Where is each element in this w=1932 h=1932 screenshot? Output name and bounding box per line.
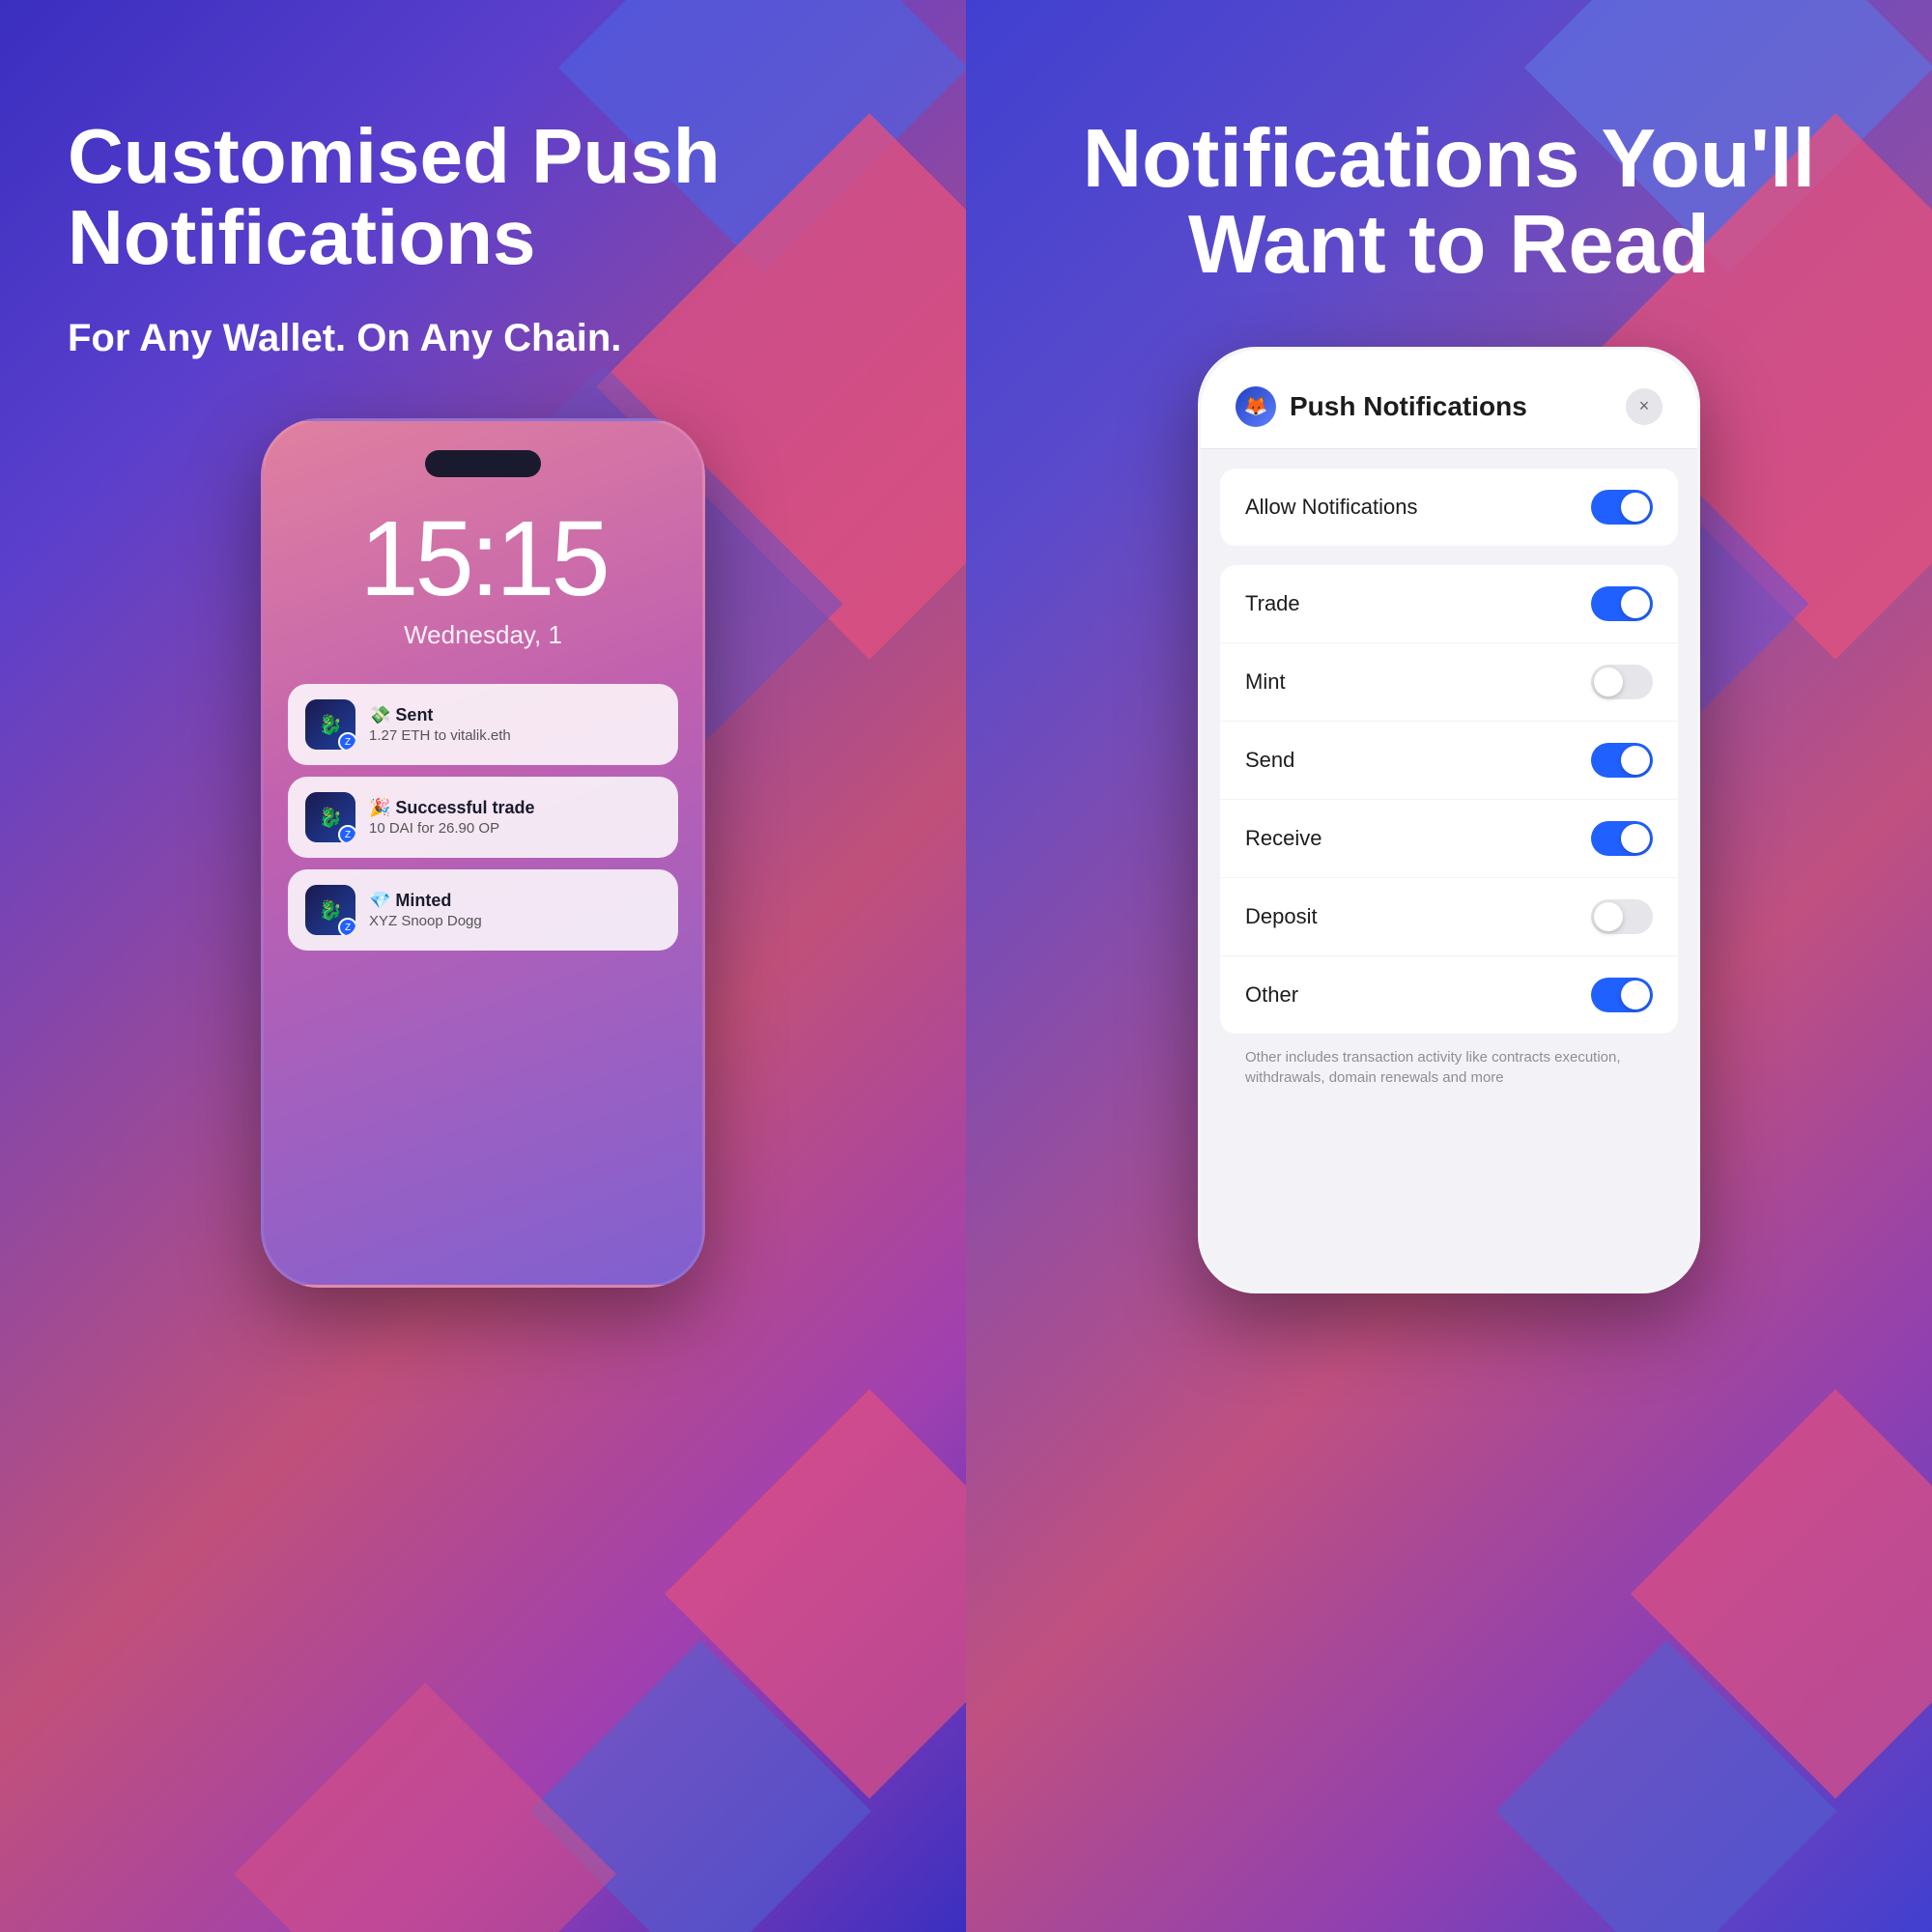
modal-container: 🦊 Push Notifications × Allow Notificatio… (1201, 350, 1697, 1291)
deposit-label: Deposit (1245, 904, 1318, 929)
notif-subtitle-3: XYZ Snoop Dogg (369, 913, 661, 929)
phone-notch (425, 450, 541, 477)
left-main-heading: Customised Push Notifications (68, 116, 898, 278)
modal-close-button[interactable]: × (1626, 388, 1662, 425)
receive-toggle[interactable] (1591, 821, 1653, 856)
notification-settings-section: Trade Mint Send (1220, 565, 1678, 1034)
mint-label: Mint (1245, 669, 1286, 695)
allow-notifications-label: Allow Notifications (1245, 495, 1418, 520)
left-sub-heading: For Any Wallet. On Any Chain. (68, 317, 621, 360)
toggle-knob-receive (1621, 824, 1650, 853)
trade-toggle[interactable] (1591, 586, 1653, 621)
toggle-knob-send (1621, 746, 1650, 775)
notif-title-3: 💎 Minted (369, 891, 661, 911)
modal-body: Allow Notifications Trade (1201, 469, 1697, 1101)
trade-row: Trade (1220, 565, 1678, 643)
right-panel: Notifications You'll Want to Read 🦊 Push… (966, 0, 1932, 1932)
notification-card-1: 🐉 Z 💸 Sent 1.27 ETH to vitalik.eth (288, 684, 678, 765)
right-bg-shape-5 (1495, 1640, 1837, 1932)
notif-text-3: 💎 Minted XYZ Snoop Dogg (369, 891, 661, 929)
notif-title-text-3: Minted (395, 891, 451, 910)
modal-header-left: 🦊 Push Notifications (1236, 386, 1527, 427)
notif-title-text-1: Sent (395, 705, 433, 724)
notif-emoji-2: 🎉 (369, 798, 395, 817)
notif-icon-3: 🐉 Z (305, 885, 355, 935)
mint-toggle[interactable] (1591, 665, 1653, 699)
notif-text-1: 💸 Sent 1.27 ETH to vitalik.eth (369, 705, 661, 744)
trade-label: Trade (1245, 591, 1300, 616)
phone-date: Wednesday, 1 (288, 620, 678, 650)
right-bg-shape-4 (1631, 1389, 1932, 1799)
left-panel: Customised Push Notifications For Any Wa… (0, 0, 966, 1932)
toggle-knob-deposit (1594, 902, 1623, 931)
phone-time: 15:15 (288, 506, 678, 612)
send-label: Send (1245, 748, 1294, 773)
notif-icon-2: 🐉 Z (305, 792, 355, 842)
notif-text-2: 🎉 Successful trade 10 DAI for 26.90 OP (369, 798, 661, 837)
phone-mockup-right: 🦊 Push Notifications × Allow Notificatio… (1198, 347, 1700, 1293)
right-main-heading: Notifications You'll Want to Read (1024, 116, 1874, 289)
notif-badge-2: Z (338, 825, 355, 842)
toggle-knob-allow (1621, 493, 1650, 522)
allow-notifications-toggle[interactable] (1591, 490, 1653, 525)
notif-title-1: 💸 Sent (369, 705, 661, 725)
mint-row: Mint (1220, 643, 1678, 722)
toggle-knob-mint (1594, 668, 1623, 696)
other-toggle[interactable] (1591, 978, 1653, 1012)
deposit-row: Deposit (1220, 878, 1678, 956)
send-toggle[interactable] (1591, 743, 1653, 778)
notif-subtitle-1: 1.27 ETH to vitalik.eth (369, 727, 661, 744)
allow-notifications-section: Allow Notifications (1220, 469, 1678, 546)
notification-card-3: 🐉 Z 💎 Minted XYZ Snoop Dogg (288, 869, 678, 951)
toggle-knob-other (1621, 980, 1650, 1009)
notif-subtitle-2: 10 DAI for 26.90 OP (369, 820, 661, 837)
notif-badge-3: Z (338, 918, 355, 935)
notif-title-text-2: Successful trade (395, 798, 534, 817)
deposit-toggle[interactable] (1591, 899, 1653, 934)
send-row: Send (1220, 722, 1678, 800)
notification-card-2: 🐉 Z 🎉 Successful trade 10 DAI for 26.90 … (288, 777, 678, 858)
allow-notifications-row: Allow Notifications (1220, 469, 1678, 546)
receive-row: Receive (1220, 800, 1678, 878)
notif-title-2: 🎉 Successful trade (369, 798, 661, 818)
bg-shape-5 (529, 1640, 871, 1932)
phone-mockup-left: 15:15 Wednesday, 1 🐉 Z 💸 Sent 1.27 ETH t… (261, 418, 705, 1288)
modal-avatar: 🦊 (1236, 386, 1276, 427)
close-icon: × (1639, 396, 1650, 416)
notif-emoji-1: 💸 (369, 705, 395, 724)
receive-label: Receive (1245, 826, 1321, 851)
other-label: Other (1245, 982, 1298, 1008)
bg-shape-6 (234, 1683, 616, 1932)
toggle-knob-trade (1621, 589, 1650, 618)
other-row: Other (1220, 956, 1678, 1034)
footer-note: Other includes transaction activity like… (1201, 1034, 1697, 1101)
modal-header: 🦊 Push Notifications × (1201, 350, 1697, 449)
notif-emoji-3: 💎 (369, 891, 395, 910)
notif-icon-1: 🐉 Z (305, 699, 355, 750)
notif-badge-1: Z (338, 732, 355, 750)
modal-title: Push Notifications (1290, 391, 1527, 422)
bg-shape-4 (665, 1389, 966, 1799)
avatar-emoji: 🦊 (1244, 394, 1268, 418)
